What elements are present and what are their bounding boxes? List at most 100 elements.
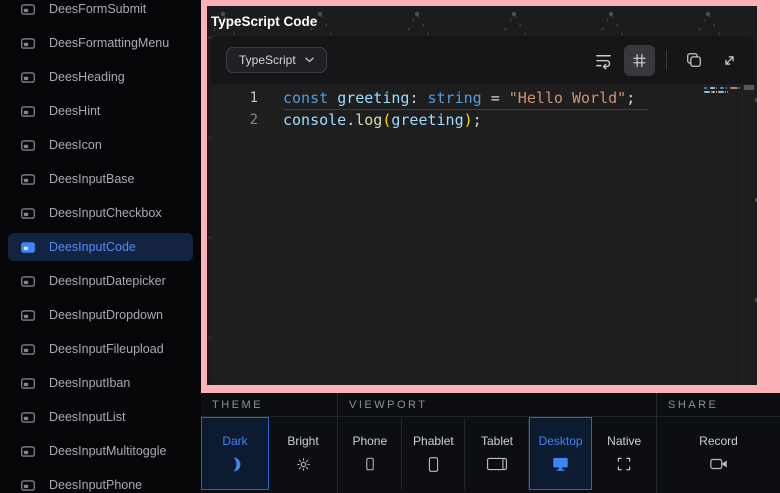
code-token: ;	[473, 111, 482, 129]
sidebar-item-label: DeesInputPhone	[49, 478, 142, 492]
minimap-line	[704, 91, 740, 93]
code-token: "Hello World"	[509, 89, 626, 107]
sidebar-item-label: DeesFormattingMenu	[49, 36, 169, 50]
toolbar-section-label: THEME	[201, 393, 337, 416]
minimap-mark	[716, 91, 717, 93]
button-label: Record	[699, 434, 738, 448]
editor-toolbar-actions	[588, 45, 745, 76]
copy-button[interactable]	[678, 45, 709, 76]
demo-canvas: TypeScript Code TypeScript 1const greeti…	[207, 6, 757, 385]
code-token: .	[346, 111, 355, 129]
component-window-icon	[21, 344, 35, 355]
code-token	[328, 89, 337, 107]
phablet-button[interactable]: Phablet	[402, 417, 466, 490]
native-button[interactable]: Native	[592, 417, 656, 490]
toolbar-section-buttons: Record	[657, 416, 780, 490]
button-label: Tablet	[481, 434, 513, 448]
component-window-icon	[21, 208, 35, 219]
sidebar-item-deesinputbase[interactable]: DeesInputBase	[8, 165, 193, 193]
code-token	[418, 89, 427, 107]
minimap-mark	[726, 87, 727, 89]
sidebar-item-deesinputdropdown[interactable]: DeesInputDropdown	[8, 301, 193, 329]
toolbar-section-share: SHARERecord	[656, 393, 780, 493]
code-token: =	[491, 89, 500, 107]
sidebar-item-deesheading[interactable]: DeesHeading	[8, 63, 193, 91]
desktop-button[interactable]: Desktop	[529, 417, 593, 490]
sidebar-item-deeshint[interactable]: DeesHint	[8, 97, 193, 125]
sidebar-item-deesinputcheckbox[interactable]: DeesInputCheckbox	[8, 199, 193, 227]
component-window-icon	[21, 446, 35, 457]
sidebar-list: DeesFormSubmit DeesFormattingMenu DeesHead…	[0, 0, 201, 493]
dark-button[interactable]: Dark	[201, 417, 269, 490]
language-selector[interactable]: TypeScript	[226, 47, 327, 73]
main-area: TypeScript Code TypeScript 1const greeti…	[201, 0, 780, 493]
word-wrap-icon	[594, 51, 613, 70]
phone-button[interactable]: Phone	[338, 417, 402, 490]
sidebar-item-deesinputiban[interactable]: DeesInputIban	[8, 369, 193, 397]
bright-button[interactable]: Bright	[269, 417, 337, 490]
code-token: greeting	[391, 111, 463, 129]
sidebar-item-deesinputlist[interactable]: DeesInputList	[8, 403, 193, 431]
minimap-mark	[720, 87, 724, 89]
minimap-line	[704, 87, 740, 89]
button-label: Phone	[352, 434, 387, 448]
code-line[interactable]: 1const greeting: string = "Hello World";	[211, 87, 755, 109]
toolbar-section-viewport: VIEWPORT Phone Phablet Tablet DesktopNative	[337, 393, 656, 493]
hash-button[interactable]	[624, 45, 655, 76]
sidebar-item-deesformsubmit[interactable]: DeesFormSubmit	[8, 0, 193, 23]
sidebar-item-label: DeesFormSubmit	[49, 2, 146, 16]
sidebar-item-label: DeesInputMultitoggle	[49, 444, 166, 458]
component-window-icon	[21, 140, 35, 151]
scrollbar[interactable]	[744, 85, 754, 90]
sidebar-item-deesinputfileupload[interactable]: DeesInputFileupload	[8, 335, 193, 363]
component-window-icon	[21, 242, 35, 253]
toolbar-section-buttons: Phone Phablet Tablet DesktopNative	[338, 416, 656, 490]
sidebar-item-label: DeesIcon	[49, 138, 102, 152]
editor-toolbar: TypeScript	[211, 36, 755, 84]
sidebar-item-deesinputcode[interactable]: DeesInputCode	[8, 233, 193, 261]
toolbar-section-label: VIEWPORT	[338, 393, 656, 416]
sidebar-item-label: DeesInputIban	[49, 376, 130, 390]
code-token: log	[355, 111, 382, 129]
record-button[interactable]: Record	[657, 417, 780, 490]
sidebar-item-deesinputphone[interactable]: DeesInputPhone	[8, 471, 193, 493]
tablet-icon	[486, 455, 508, 474]
component-window-icon	[21, 106, 35, 117]
sidebar-item-label: DeesHeading	[49, 70, 125, 84]
app-root: DeesFormSubmit DeesFormattingMenu DeesHead…	[0, 0, 780, 493]
sidebar-item-deesinputmultitoggle[interactable]: DeesInputMultitoggle	[8, 437, 193, 465]
moon-icon	[227, 455, 244, 474]
code-token	[500, 89, 509, 107]
button-label: Phablet	[413, 434, 454, 448]
code-token: console	[283, 111, 346, 129]
code-line[interactable]: 2 console.log(greeting);	[211, 109, 755, 131]
toolbar-divider	[666, 50, 667, 70]
word-wrap-button[interactable]	[588, 45, 619, 76]
component-window-icon	[21, 310, 35, 321]
sidebar-item-label: DeesInputList	[49, 410, 125, 424]
minimap-mark	[730, 87, 738, 89]
expand-arrows-button[interactable]	[714, 45, 745, 76]
sidebar-item-deesinputdatepicker[interactable]: DeesInputDatepicker	[8, 267, 193, 295]
minimap-divider	[742, 84, 743, 385]
sidebar-item-label: DeesInputBase	[49, 172, 134, 186]
sidebar: DeesFormSubmit DeesFormattingMenu DeesHead…	[0, 0, 201, 493]
code-line-content: console.log(greeting);	[283, 109, 482, 131]
sidebar-item-label: DeesHint	[49, 104, 100, 118]
sidebar-item-deesformattingmenu[interactable]: DeesFormattingMenu	[8, 29, 193, 57]
sidebar-item-deesicon[interactable]: DeesIcon	[8, 131, 193, 159]
component-window-icon	[21, 480, 35, 491]
line-number: 2	[211, 109, 258, 131]
code-lines: 1const greeting: string = "Hello World";…	[211, 87, 755, 131]
code-area[interactable]: 1const greeting: string = "Hello World";…	[211, 84, 755, 385]
sidebar-item-label: DeesInputFileupload	[49, 342, 164, 356]
toolbar-section-theme: THEMEDarkBright	[201, 393, 337, 493]
sidebar-item-label: DeesInputDropdown	[49, 308, 163, 322]
expand-arrows-icon	[721, 52, 738, 69]
minimap-mark	[727, 91, 728, 93]
tablet-button[interactable]: Tablet	[465, 417, 529, 490]
sidebar-item-label: DeesInputCheckbox	[49, 206, 162, 220]
minimap-mark	[718, 91, 724, 93]
minimap[interactable]	[704, 87, 740, 95]
sidebar-item-label: DeesInputCode	[49, 240, 136, 254]
